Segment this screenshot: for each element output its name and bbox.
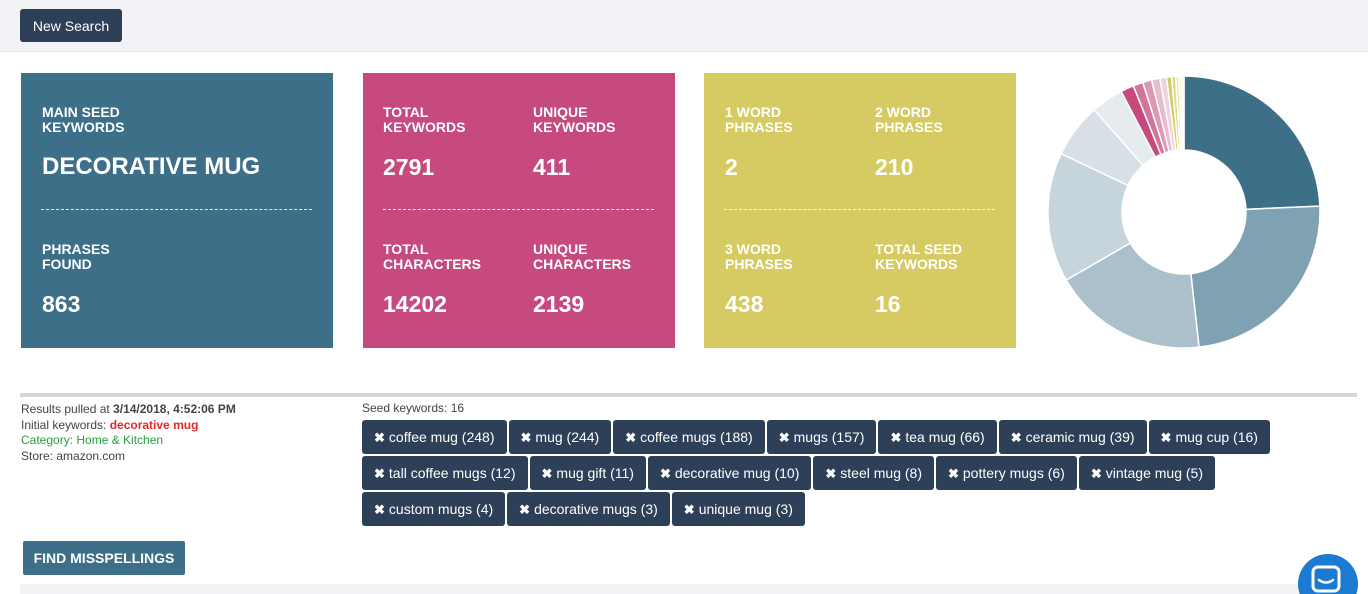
results-pulled-time: 3/14/2018, 4:52:06 PM	[113, 402, 236, 416]
one-word-phrases-label: 1 WORD PHRASES	[725, 104, 793, 135]
store-text: Store: amazon.com	[21, 448, 126, 463]
main-seed-value: DECORATIVE MUG	[42, 153, 261, 180]
seed-keyword-chips: ✖ coffee mug (248) ✖ mug (244) ✖ coffee mugs …	[362, 420, 1292, 528]
remove-icon[interactable]: ✖	[890, 430, 901, 445]
unique-keywords-label: UNIQUE KEYWORDS	[533, 104, 616, 135]
seed-keyword-chip[interactable]: ✖ tea mug (66)	[878, 420, 997, 454]
chat-widget-button[interactable]	[1298, 554, 1358, 594]
unique-keywords-value: 411	[533, 154, 571, 180]
remove-icon[interactable]: ✖	[1011, 430, 1022, 445]
unique-characters-label: UNIQUE CHARACTERS	[533, 241, 631, 272]
top-toolbar: New Search	[0, 0, 1368, 52]
results-pulled-label: Results pulled at	[21, 402, 114, 416]
remove-icon[interactable]: ✖	[374, 430, 385, 445]
remove-icon[interactable]: ✖	[521, 430, 532, 445]
bottom-panel-edge	[20, 584, 1357, 594]
remove-icon[interactable]: ✖	[374, 466, 385, 481]
seed-keyword-chip-label: vintage mug (5)	[1105, 465, 1204, 481]
remove-icon[interactable]: ✖	[1161, 430, 1172, 445]
donut-slice	[1183, 75, 1321, 211]
total-seed-keywords-value: 16	[875, 291, 901, 317]
keyword-share-donut-chart	[1047, 75, 1321, 349]
remove-icon[interactable]: ✖	[948, 466, 959, 481]
seed-keyword-chip[interactable]: ✖ mug (244)	[508, 420, 612, 454]
results-info: Results pulled at 3/14/2018, 4:52:06 PM …	[21, 402, 236, 464]
seed-keyword-chip-label: decorative mugs (3)	[534, 501, 658, 517]
total-characters-value: 14202	[383, 291, 447, 317]
two-word-phrases-value: 210	[875, 154, 914, 180]
total-keywords-value: 2791	[383, 154, 435, 180]
seed-keyword-chip-label: ceramic mug (39)	[1025, 429, 1135, 445]
unique-characters-value: 2139	[533, 291, 585, 317]
new-search-button[interactable]: New Search	[20, 9, 122, 42]
results-pulled-line: Results pulled at 3/14/2018, 4:52:06 PM	[21, 402, 236, 418]
remove-icon[interactable]: ✖	[779, 430, 790, 445]
seed-keyword-chip-label: steel mug (8)	[840, 465, 922, 481]
seed-keyword-chip-label: mug (244)	[535, 429, 600, 445]
main-seed-label: MAIN SEED KEYWORDS	[42, 104, 125, 135]
seed-keyword-chip-label: tea mug (66)	[905, 429, 985, 445]
phrases-found-value: 863	[42, 291, 81, 317]
remove-icon[interactable]: ✖	[542, 466, 553, 481]
seed-keywords-title: Seed keywords: 16	[362, 401, 465, 415]
total-characters-label: TOTAL CHARACTERS	[383, 241, 481, 272]
seed-keyword-chip-label: custom mugs (4)	[388, 501, 494, 517]
seed-keyword-chip[interactable]: ✖ unique mug (3)	[671, 492, 805, 526]
seed-keyword-chip[interactable]: ✖ mug gift (11)	[529, 456, 646, 490]
seed-keyword-chip[interactable]: ✖ decorative mugs (3)	[507, 492, 670, 526]
seed-keyword-chip[interactable]: ✖ steel mug (8)	[813, 456, 934, 490]
section-separator	[20, 393, 1357, 397]
donut-slice	[1190, 205, 1321, 348]
card-divider	[41, 209, 312, 210]
seed-keyword-chip-label: tall coffee mugs (12)	[388, 465, 516, 481]
phrases-found-label: PHRASES FOUND	[42, 241, 110, 272]
seed-keyword-chip-label: mug cup (16)	[1175, 429, 1258, 445]
remove-icon[interactable]: ✖	[1091, 466, 1102, 481]
seed-keyword-chip-label: coffee mugs (188)	[640, 429, 753, 445]
seed-keyword-chip-label: coffee mug (248)	[388, 429, 495, 445]
total-keywords-label: TOTAL KEYWORDS	[383, 104, 466, 135]
remove-icon[interactable]: ✖	[625, 430, 636, 445]
phrase-stats-card: 1 WORD PHRASES 2 2 WORD PHRASES 210 3 WO…	[704, 73, 1016, 348]
seed-keyword-chip[interactable]: ✖ tall coffee mugs (12)	[362, 456, 528, 490]
initial-keywords-label: Initial keywords:	[21, 417, 110, 432]
seed-stats-card: MAIN SEED KEYWORDS DECORATIVE MUG PHRASE…	[21, 73, 333, 348]
remove-icon[interactable]: ✖	[519, 502, 530, 517]
seed-keyword-chip-label: mugs (157)	[793, 429, 865, 445]
seed-keyword-chip[interactable]: ✖ vintage mug (5)	[1078, 456, 1216, 490]
one-word-phrases-value: 2	[725, 154, 738, 180]
three-word-phrases-value: 438	[725, 291, 764, 317]
seed-keyword-chip-label: decorative mug (10)	[674, 465, 800, 481]
remove-icon[interactable]: ✖	[660, 466, 671, 481]
seed-keyword-chip[interactable]: ✖ coffee mug (248)	[362, 420, 507, 454]
initial-keywords-line: Initial keywords: decorative mug	[21, 418, 236, 434]
seed-keyword-chip[interactable]: ✖ mug cup (16)	[1148, 420, 1270, 454]
find-misspellings-button[interactable]: FIND MISSPELLINGS	[23, 541, 185, 575]
card-divider	[724, 209, 995, 210]
seed-keyword-chip[interactable]: ✖ ceramic mug (39)	[998, 420, 1147, 454]
two-word-phrases-label: 2 WORD PHRASES	[875, 104, 943, 135]
chat-icon	[1311, 565, 1341, 593]
total-seed-keywords-label: TOTAL SEED KEYWORDS	[875, 241, 963, 272]
seed-keyword-chip[interactable]: ✖ decorative mug (10)	[647, 456, 812, 490]
seed-keyword-chip[interactable]: ✖ custom mugs (4)	[362, 492, 506, 526]
initial-keywords-value: decorative mug	[109, 417, 199, 432]
remove-icon[interactable]: ✖	[374, 502, 385, 517]
seed-keyword-chip-label: unique mug (3)	[698, 501, 793, 517]
remove-icon[interactable]: ✖	[825, 466, 836, 481]
seed-keyword-chip[interactable]: ✖ coffee mugs (188)	[613, 420, 765, 454]
seed-keyword-chip-label: pottery mugs (6)	[962, 465, 1065, 481]
seed-keyword-chip[interactable]: ✖ mugs (157)	[766, 420, 877, 454]
three-word-phrases-label: 3 WORD PHRASES	[725, 241, 793, 272]
card-divider	[383, 209, 654, 210]
seed-keyword-chip-label: mug gift (11)	[556, 465, 634, 481]
seed-keyword-chip[interactable]: ✖ pottery mugs (6)	[935, 456, 1077, 490]
category-text: Category: Home & Kitchen	[21, 433, 164, 447]
remove-icon[interactable]: ✖	[684, 502, 695, 517]
keyword-stats-card: TOTAL KEYWORDS 2791 UNIQUE KEYWORDS 411 …	[363, 73, 675, 348]
